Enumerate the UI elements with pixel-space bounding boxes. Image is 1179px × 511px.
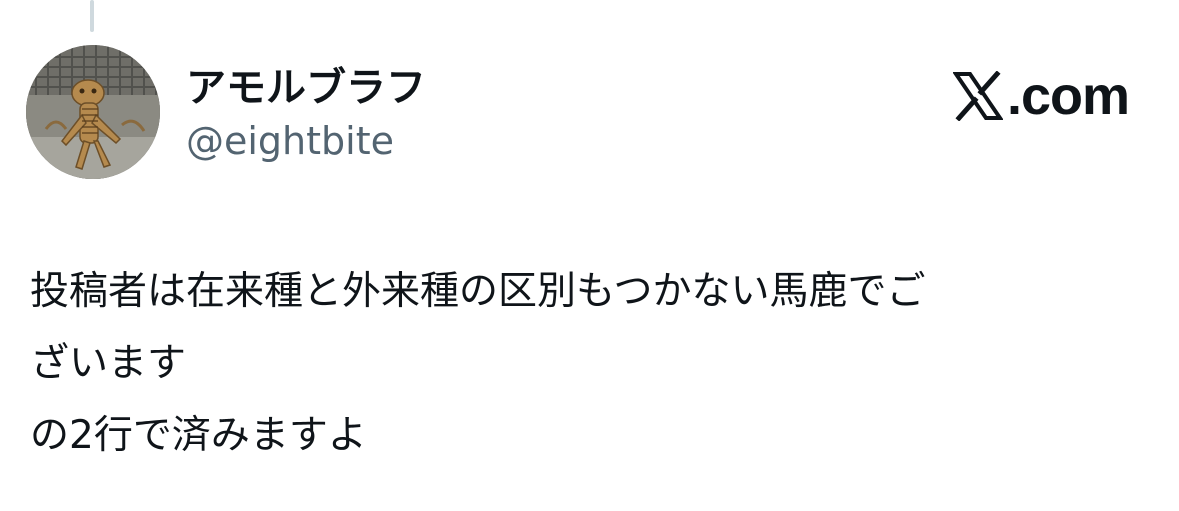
tweet-text-line: 投稿者は在来種と外来種の区別もつかない馬鹿でご bbox=[30, 269, 926, 314]
tweet-text-line: の2行で済みますよ bbox=[30, 413, 367, 458]
thread-connector-line bbox=[90, 0, 94, 32]
brand-domain-text: .com bbox=[1006, 66, 1130, 126]
x-logo-icon bbox=[952, 71, 1003, 121]
user-handle[interactable]: @eightbite bbox=[186, 118, 394, 164]
tweet-text-line: ざいます bbox=[30, 341, 187, 386]
tweet-text: 投稿者は在来種と外来種の区別もつかない馬鹿でご ざいます の2行で済みますよ bbox=[30, 256, 1150, 472]
avatar[interactable] bbox=[26, 45, 160, 179]
x-brand-logo: .com bbox=[952, 66, 1130, 126]
display-name[interactable]: アモルブラフ bbox=[186, 64, 426, 112]
avatar-image bbox=[26, 45, 160, 179]
